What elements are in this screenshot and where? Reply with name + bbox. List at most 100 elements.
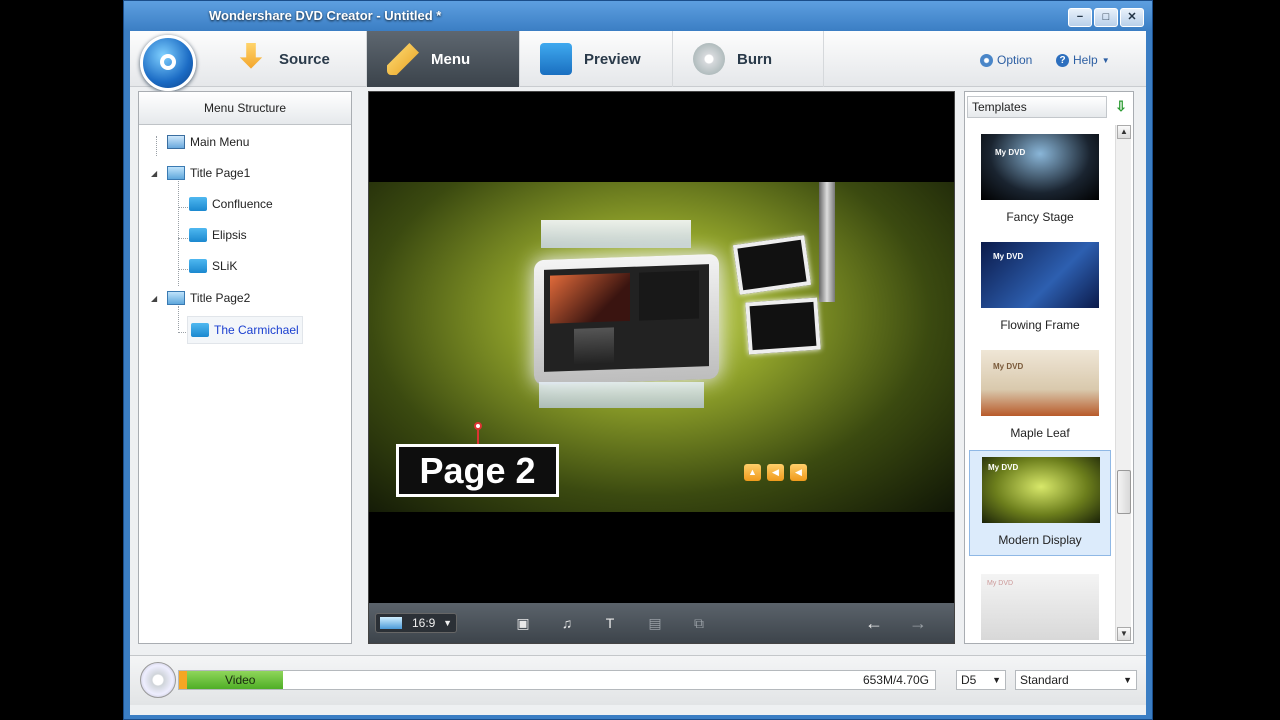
chevron-down-icon: ▼ [1101,55,1110,65]
rotate-handle[interactable] [474,422,482,430]
monitor-icon [167,291,185,305]
template-flowing-frame[interactable]: My DVD Flowing Frame [969,236,1111,340]
disc-type-value: D5 [961,673,977,687]
scroll-up-icon[interactable]: ▲ [1117,125,1131,139]
preview-toolbar: 16:9 ▼ ▣ ♫ T ▤ ⧉ ← → [369,603,954,643]
add-text-icon[interactable]: T [601,615,619,631]
help-label: Help [1073,53,1098,67]
option-label: Option [997,53,1033,67]
screen: Wondershare DVD Creator - Untitled * − □… [0,0,1280,720]
photo-frame-placeholder[interactable] [732,235,812,295]
clapper-icon [540,43,572,75]
template-fancy-stage[interactable]: My DVD Fancy Stage [969,128,1111,232]
tab-source-label: Source [279,50,330,68]
download-icon[interactable]: ⇩ [1113,98,1129,114]
tree-item-title-page1[interactable]: Title Page1 [167,163,250,183]
collapse-arrow-icon[interactable]: ◢ [151,169,157,178]
aspect-ratio-value: 16:9 [412,616,436,630]
status-bar: Video 653M/4.70G D5 ▼ Standard ▼ [130,655,1146,705]
up-arrow-icon[interactable]: ▲ [744,464,761,481]
tab-menu-label: Menu [431,50,471,68]
tree-item-elipsis[interactable]: Elipsis [189,225,247,245]
tree-item-slik[interactable]: SLiK [189,256,237,276]
template-name: Flowing Frame [1000,318,1080,332]
tab-source[interactable]: Source [215,31,367,87]
thumb-title: My DVD [988,463,1019,472]
quality-select[interactable]: Standard ▼ [1015,670,1137,690]
music-icon[interactable]: ♫ [558,615,576,631]
app-logo-icon [140,35,196,91]
title-bar[interactable]: Wondershare DVD Creator - Untitled * − □… [124,1,1152,31]
template-name: Maple Leaf [1010,426,1070,440]
tab-preview-label: Preview [584,50,641,68]
disc-type-select[interactable]: D5 ▼ [956,670,1006,690]
templates-panel: Templates ⇩ My DVD Fancy Stage My DVD Fl… [964,91,1134,644]
client-area: Source Menu Preview Burn Option ? Help ▼… [130,31,1146,715]
copy-layout-icon[interactable]: ⧉ [690,615,708,631]
menu-background-scene: Page 2 ▲ ◀ ◀ [369,182,954,512]
main-nav-bar: Source Menu Preview Burn Option ? Help ▼ [130,31,1146,91]
option-button[interactable]: Option [980,53,1032,67]
window-title: Wondershare DVD Creator - Untitled * [209,8,442,23]
tree-item-label: Elipsis [212,228,247,242]
house-icon [167,135,185,149]
page-title-text[interactable]: Page 2 [396,444,559,497]
back-arrow-icon[interactable]: ← [865,614,883,632]
capacity-text: 653M/4.70G [862,673,929,687]
folder-icon [191,323,209,337]
chevron-down-icon: ▼ [1123,675,1132,685]
tree-item-label: The Carmichael [214,323,299,337]
scroll-down-icon[interactable]: ▼ [1117,627,1131,641]
maximize-button[interactable]: □ [1094,8,1118,27]
template-thumbnail: My DVD [981,350,1099,416]
template-item[interactable]: My DVD [969,568,1111,644]
previous-page-icon[interactable]: ◀ [790,464,807,481]
templates-header: Templates [967,96,1107,118]
template-thumbnail: My DVD [982,457,1100,523]
decorative-pole [819,182,835,302]
tree-item-label: Title Page1 [190,166,251,180]
folder-icon [189,197,207,211]
help-button[interactable]: ? Help ▼ [1056,53,1110,67]
aspect-ratio-select[interactable]: 16:9 ▼ [375,613,457,633]
photo-frame-placeholder[interactable] [745,297,821,355]
menu-nav-buttons: ▲ ◀ ◀ [744,464,807,481]
template-modern-display[interactable]: My DVD Modern Display [969,450,1111,556]
quality-value: Standard [1020,673,1069,687]
template-name: Modern Display [998,533,1082,547]
menu-preview-canvas[interactable]: Page 2 ▲ ◀ ◀ 16:9 ▼ ▣ ♫ T ▤ ⧉ ← → [368,91,955,644]
download-icon [239,43,263,69]
forward-arrow-icon[interactable]: → [909,614,927,632]
scroll-thumb[interactable] [1117,470,1131,514]
decorative-plate [539,382,704,408]
chapter-icon[interactable]: ▤ [646,615,664,631]
first-page-icon[interactable]: ◀ [767,464,784,481]
tab-burn[interactable]: Burn [673,31,824,87]
tree-item-the-carmichael[interactable]: The Carmichael [187,316,303,344]
tree-item-title-page2[interactable]: Title Page2 [167,288,250,308]
folder-icon [189,228,207,242]
minimize-button[interactable]: − [1068,8,1092,27]
templates-scrollbar[interactable]: ▲ ▼ [1115,125,1131,641]
chevron-down-icon: ▼ [443,618,452,628]
tree-item-confluence[interactable]: Confluence [189,194,273,214]
close-button[interactable]: ✕ [1120,8,1144,27]
background-image-icon[interactable]: ▣ [514,615,532,631]
display-device-graphic [534,253,719,386]
collapse-arrow-icon[interactable]: ◢ [151,294,157,303]
tree-item-main-menu[interactable]: Main Menu [167,132,249,152]
folder-icon [189,259,207,273]
monitor-icon [167,166,185,180]
template-maple-leaf[interactable]: My DVD Maple Leaf [969,344,1111,448]
tab-burn-label: Burn [737,50,772,68]
template-thumbnail: My DVD [981,242,1099,308]
template-thumbnail: My DVD [981,134,1099,200]
gear-icon [980,53,993,67]
template-thumbnail: My DVD [981,574,1099,640]
disc-icon [140,662,176,698]
tab-preview[interactable]: Preview [520,31,673,87]
thumb-title: My DVD [993,362,1024,371]
menu-structure-header: Menu Structure [139,92,351,125]
tab-menu[interactable]: Menu [367,31,520,87]
capacity-fill: Video [179,671,283,689]
